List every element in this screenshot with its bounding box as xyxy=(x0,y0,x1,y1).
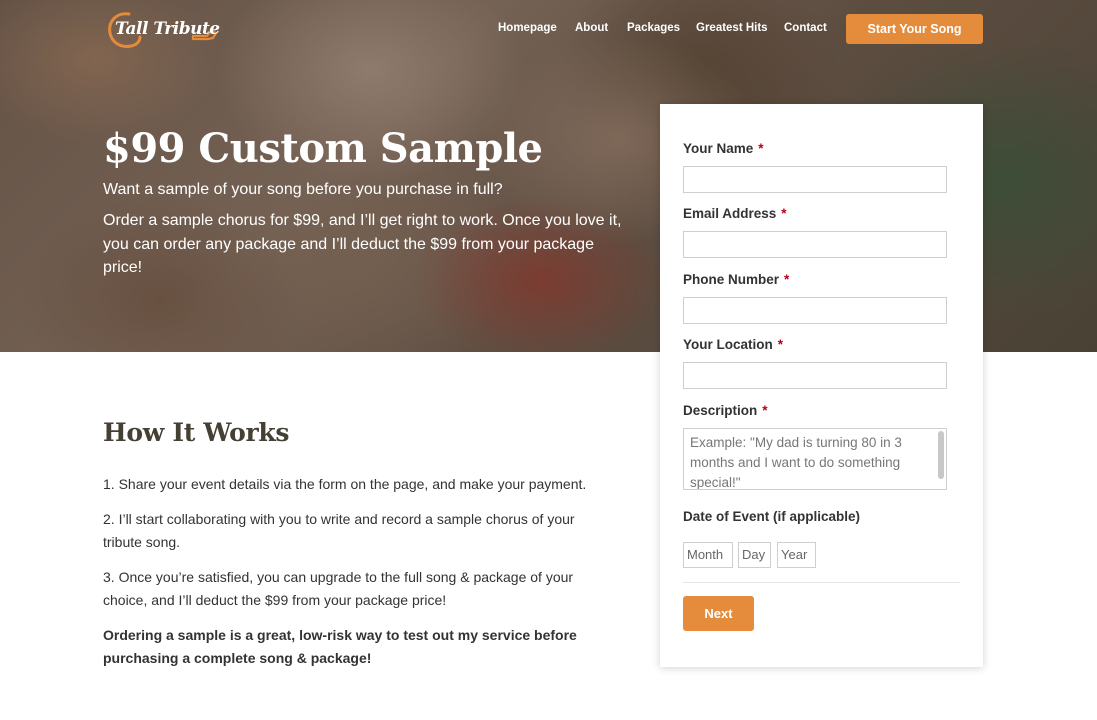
form-divider xyxy=(683,582,960,583)
nav-greatest-hits[interactable]: Greatest Hits xyxy=(696,22,768,34)
description-label: Description * xyxy=(683,403,768,418)
nav-about[interactable]: About xyxy=(575,22,608,34)
how-closing-note: Ordering a sample is a great, low-risk w… xyxy=(103,627,577,666)
required-marker: * xyxy=(781,206,787,221)
description-textarea[interactable]: Example: "My dad is turning 80 in 3 mont… xyxy=(683,428,947,490)
nav-contact[interactable]: Contact xyxy=(784,22,827,34)
sample-request-form: Your Name * Email Address * Phone Number * … xyxy=(660,104,983,667)
required-marker: * xyxy=(758,141,764,156)
location-input[interactable] xyxy=(683,362,947,389)
hero-body: Order a sample chorus for $99, and I’ll … xyxy=(103,212,622,276)
required-marker: * xyxy=(762,403,768,418)
next-button[interactable]: Next xyxy=(683,596,754,631)
how-it-works-heading: How It Works xyxy=(103,418,290,447)
description-scrollbar[interactable] xyxy=(938,431,944,479)
location-label: Your Location * xyxy=(683,337,784,352)
start-your-song-button[interactable]: Start Your Song xyxy=(846,14,983,44)
phone-input[interactable] xyxy=(683,297,947,324)
nav-packages[interactable]: Packages xyxy=(627,22,680,34)
page-title: $99 Custom Sample xyxy=(103,125,543,172)
day-input[interactable]: Day xyxy=(738,542,771,568)
email-input[interactable] xyxy=(683,231,947,258)
email-label: Email Address * xyxy=(683,206,787,221)
how-step-3: 3. Once you’re satisfied, you can upgrad… xyxy=(103,569,574,608)
how-step-2: 2. I’ll start collaborating with you to … xyxy=(103,511,575,550)
how-step-1: 1. Share your event details via the form… xyxy=(103,476,587,492)
month-input[interactable]: Month xyxy=(683,542,733,568)
required-marker: * xyxy=(777,337,784,352)
required-marker: * xyxy=(784,272,790,287)
name-input[interactable] xyxy=(683,166,947,193)
year-input[interactable]: Year xyxy=(777,542,816,568)
phone-label: Phone Number * xyxy=(683,272,790,287)
name-label: Your Name * xyxy=(683,141,764,156)
nav-homepage[interactable]: Homepage xyxy=(498,22,557,34)
event-date-label: Date of Event (if applicable) xyxy=(683,509,861,524)
hero-subtitle: Want a sample of your song before you pu… xyxy=(103,181,503,198)
